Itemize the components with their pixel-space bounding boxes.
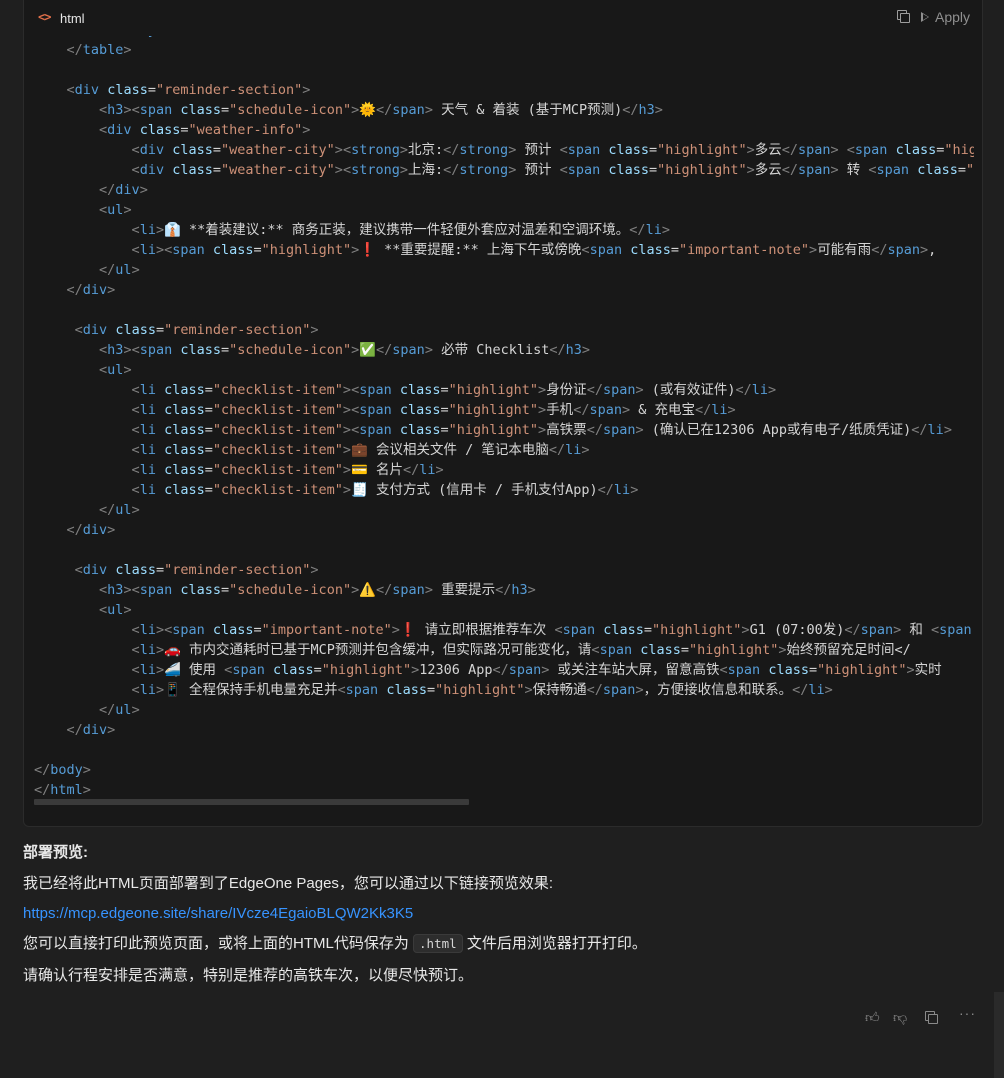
code-line: <li class="checklist-item">💳 名片</li>: [131, 462, 444, 478]
code-line: <ul>: [99, 362, 132, 378]
code-line: <ul>: [99, 202, 132, 218]
code-line: </ul>: [99, 502, 140, 518]
code-line: </div>: [66, 282, 116, 298]
code-line: <ul>: [99, 602, 132, 618]
code-line: <li class="checklist-item"><span class="…: [131, 382, 777, 398]
print-text-after: 文件后用浏览器打开打印。: [466, 935, 647, 952]
code-block: <> html Apply </tbody> </table> <div cla…: [23, 0, 983, 827]
inline-code-html: .html: [413, 934, 463, 953]
code-line: </table>: [66, 42, 132, 58]
code-line: <li class="checklist-item">🧾 支付方式 (信用卡 /…: [131, 482, 639, 498]
code-line: </div>: [66, 522, 116, 538]
code-line: <li class="checklist-item"><span class="…: [131, 422, 952, 438]
print-text-before: 您可以直接打印此预览页面，或将上面的HTML代码保存为: [23, 935, 409, 952]
code-line: <li>📱 全程保持手机电量充足并<span class="highlight"…: [131, 682, 833, 698]
code-line: </div>: [99, 182, 148, 198]
code-line: <li><span class="highlight">❗ **重要提醒:** …: [131, 242, 937, 258]
deploy-intro-text: 我已经将此HTML页面部署到了EdgeOne Pages，您可以通过以下链接预览…: [23, 875, 554, 892]
deploy-preview-heading: 部署预览:: [23, 844, 88, 861]
thumbs-up-icon[interactable]: 👍︎: [865, 1009, 880, 1026]
code-line: <div class="weather-city"><strong>北京:</s…: [131, 142, 974, 158]
code-line: </html>: [34, 782, 91, 798]
thumbs-down-icon[interactable]: 👎︎: [893, 1009, 907, 1026]
code-line: <div class="weather-info">: [99, 122, 311, 138]
code-line: <div class="weather-city"><strong>上海:</s…: [131, 162, 974, 178]
code-line: <div class="reminder-section">: [66, 82, 311, 98]
code-block-header: <> html Apply: [24, 0, 982, 36]
print-instructions: 您可以直接打印此预览页面，或将上面的HTML代码保存为 .html 文件后用浏览…: [23, 934, 647, 954]
code-line: </div>: [66, 722, 116, 738]
code-line: <li>🚄 使用 <span class="highlight">12306 A…: [131, 662, 942, 678]
apply-label: Apply: [935, 9, 971, 25]
more-icon[interactable]: ···: [959, 1005, 976, 1021]
code-line: <li>🚗 市内交通耗时已基于MCP预测并包含缓冲，但实际路况可能变化，请<sp…: [131, 642, 911, 658]
vertical-scrollbar[interactable]: [994, 992, 1004, 1078]
apply-button[interactable]: Apply: [921, 9, 970, 25]
copy-icon: [900, 13, 910, 23]
code-content[interactable]: </tbody> </table> <div class="reminder-s…: [34, 36, 974, 800]
code-line: <li class="checklist-item">💼 会议相关文件 / 笔记…: [131, 442, 590, 458]
copy-code-button[interactable]: [897, 10, 910, 23]
code-line: <h3><span class="schedule-icon">🌞</span>…: [99, 102, 663, 118]
code-line: <div class="reminder-section">: [74, 562, 319, 578]
play-icon: [921, 12, 929, 22]
code-line: </ul>: [99, 702, 140, 718]
code-icon: <>: [38, 10, 51, 24]
code-line: <li class="checklist-item"><span class="…: [131, 402, 736, 418]
code-language-label: html: [60, 11, 85, 26]
code-line: <li><span class="important-note">❗ 请立即根据…: [131, 622, 972, 638]
code-line: </ul>: [99, 262, 140, 278]
code-line: <h3><span class="schedule-icon">⚠️</span…: [99, 582, 536, 598]
code-line: <div class="reminder-section">: [74, 322, 319, 338]
code-line: <h3><span class="schedule-icon">✅</span>…: [99, 342, 591, 358]
code-line: <li>👔 **着装建议:** 商务正装，建议携带一件轻便外套应对温差和空调环境…: [131, 222, 670, 238]
preview-link[interactable]: https://mcp.edgeone.site/share/IVcze4Ega…: [23, 904, 413, 924]
code-text: </tbody> </table> <div class="reminder-s…: [34, 36, 974, 800]
code-line: </tbody>: [34, 36, 164, 38]
confirm-text: 请确认行程安排是否满意，特别是推荐的高铁车次，以便尽快预订。: [23, 967, 474, 984]
horizontal-scrollbar[interactable]: [34, 799, 469, 805]
code-line: </body>: [34, 762, 91, 778]
copy-icon[interactable]: [925, 1011, 938, 1024]
